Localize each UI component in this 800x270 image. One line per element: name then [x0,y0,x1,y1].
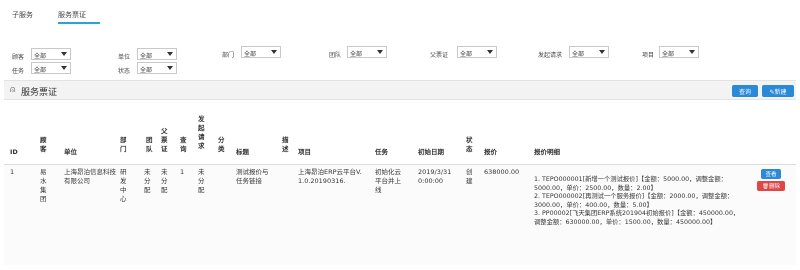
query-button[interactable]: 查询 [732,85,758,97]
filter-project-select[interactable]: 全部 [659,46,699,58]
filter-dept-label: 部门 [222,52,235,59]
chevron-down-icon [599,50,605,54]
cell-quote: 638000.00 [484,168,520,176]
delete-button-label: 删除 [768,184,780,190]
filter-unit-select[interactable]: 全部 [137,48,177,60]
col-header-category: 分类 [218,136,225,153]
cell-project: 上海昂泊ERP云平台V.1.0.20190316. [298,168,362,185]
col-header-unit: 单位 [64,148,77,156]
cell-quote-detail: 1. TEPO000001[新增一个测试报价]【金额：5000.00，调整金额：… [534,176,740,226]
col-header-customer: 顾客 [40,136,47,153]
active-tab-indicator [58,22,100,24]
filter-status-label: 状态 [118,68,131,75]
view-button[interactable]: 查看 [761,169,781,179]
col-header-quote: 报价 [484,148,497,156]
col-header-id: ID [10,148,18,156]
filter-customer-label: 顾客 [12,54,25,61]
panel-header: ⍝ 服务票证 查询 ✎新建 [4,80,796,100]
cell-query: 1 [180,168,185,176]
chevron-down-icon [61,52,67,56]
col-header-team: 团队 [146,136,153,153]
chevron-down-icon [377,50,383,54]
filter-team-select[interactable]: 全部 [347,46,387,58]
cell-customer: 易水集团 [40,168,47,203]
col-header-parent: 父票证 [161,127,168,153]
cell-dept: 研发中心 [120,168,127,203]
cell-status: 创建 [466,168,473,185]
col-header-project: 项目 [298,148,311,156]
cell-unit: 上海昂泊信息科技有限公司 [64,168,116,185]
col-header-desc: 描述 [282,136,289,153]
filter-request-select[interactable]: 全部 [569,46,609,58]
col-header-dept: 部门 [120,136,127,153]
filter-team-label: 团队 [329,52,342,59]
col-header-status: 状态 [466,136,473,153]
chevron-down-icon [61,66,67,70]
cell-title: 测试报价与任务链接 [236,168,269,185]
chevron-down-icon [167,52,173,56]
col-header-query: 查询 [180,136,187,153]
filter-status-select[interactable]: 全部 [137,62,177,74]
trash-icon: 🗑 [762,184,769,190]
filter-parent-label: 父票证 [430,52,449,59]
filter-task-label: 任务 [12,68,25,75]
filter-parent-select[interactable]: 全部 [457,46,497,58]
filter-dept-select[interactable]: 全部 [241,46,281,58]
col-header-startdate: 初始日期 [418,148,444,156]
panel-title: 服务票证 [21,88,58,98]
chevron-down-icon [487,50,493,54]
chevron-down-icon [271,50,277,54]
ticket-icon: ⍝ [10,85,16,95]
filter-project-label: 项目 [642,52,655,59]
col-header-detail: 报价明细 [534,148,560,156]
cell-task: 初始化云平台并上线 [375,168,401,194]
col-header-task: 任务 [375,148,388,156]
cell-id: 1 [10,168,15,176]
tab-bar: 子服务 服务票证 [0,0,800,26]
chevron-down-icon [689,50,695,54]
filter-customer-select[interactable]: 全部 [31,48,71,60]
filter-unit-label: 单位 [118,54,131,61]
filter-task-select[interactable]: 全部 [31,62,71,74]
filter-request-label: 发起请求 [538,52,563,59]
cell-startdate: 2019/3/31 0:00:00 [418,168,452,185]
new-button[interactable]: ✎新建 [762,85,794,97]
tab-service-ticket[interactable]: 服务票证 [58,10,86,20]
chevron-down-icon [167,66,173,70]
delete-button[interactable]: 🗑删除 [757,181,785,191]
cell-request: 未分配 [198,168,205,194]
col-header-request: 发起请求 [198,115,205,150]
col-header-title: 标题 [236,148,249,156]
cell-team: 未分配 [144,168,151,194]
cell-parent: 未分配 [161,168,168,194]
tab-sub-service[interactable]: 子服务 [12,10,33,20]
